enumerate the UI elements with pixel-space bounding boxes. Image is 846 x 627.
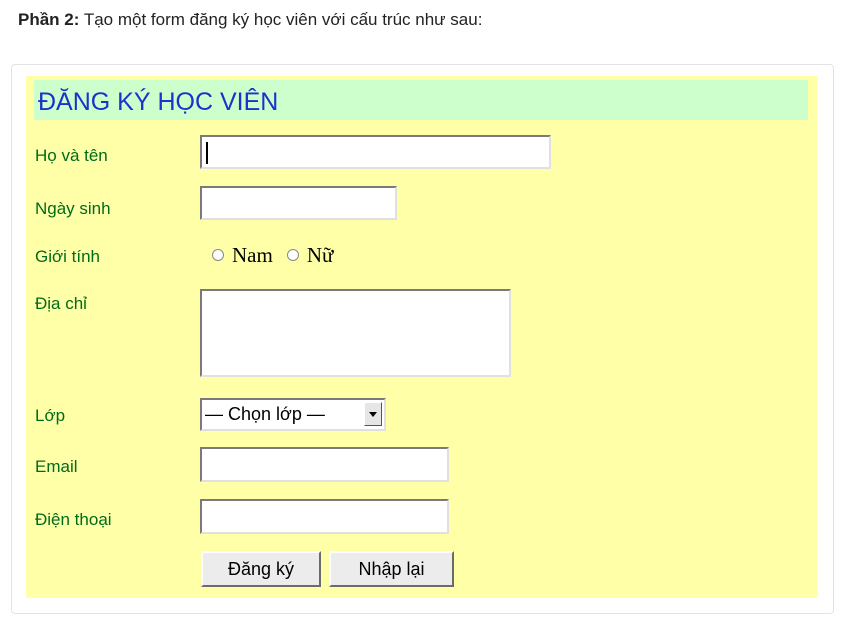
name-label: Họ và tên: [35, 146, 108, 165]
address-label: Địa chỉ: [35, 294, 87, 313]
gender-label: Giới tính: [35, 247, 101, 266]
dob-input[interactable]: [200, 186, 397, 220]
reset-button[interactable]: Nhập lại: [329, 551, 454, 587]
form-title: ĐĂNG KÝ HỌC VIÊN: [38, 88, 279, 116]
registration-form: ĐĂNG KÝ HỌC VIÊN Họ và tên Ngày sinh Giớ…: [26, 76, 817, 598]
email-input[interactable]: [200, 447, 449, 482]
email-label: Email: [35, 457, 78, 476]
dob-label: Ngày sinh: [35, 199, 111, 218]
name-input[interactable]: [200, 135, 551, 169]
text-caret: [206, 142, 208, 164]
intro-body: Tạo một form đăng ký học viên với cấu tr…: [79, 10, 483, 29]
gender-nam-label: Nam: [232, 242, 273, 267]
phone-input[interactable]: [200, 499, 449, 534]
class-select[interactable]: — Chọn lớp —: [200, 398, 386, 431]
form-title-bar: ĐĂNG KÝ HỌC VIÊN: [34, 80, 808, 120]
gender-nu-radio[interactable]: [286, 249, 299, 261]
phone-label: Điện thoại: [35, 510, 112, 529]
intro-text: Phần 2: Tạo một form đăng ký học viên vớ…: [18, 10, 482, 30]
submit-button[interactable]: Đăng ký: [201, 551, 321, 587]
gender-radio-group: Nam Nữ: [208, 240, 343, 270]
class-label: Lớp: [35, 406, 66, 425]
gender-nu-label: Nữ: [306, 242, 334, 267]
gender-nam-radio[interactable]: [212, 249, 224, 261]
address-textarea[interactable]: [200, 289, 511, 377]
intro-bold: Phần 2:: [18, 10, 80, 29]
chevron-down-icon[interactable]: [364, 402, 382, 426]
class-select-value: — Chọn lớp —: [205, 404, 325, 424]
